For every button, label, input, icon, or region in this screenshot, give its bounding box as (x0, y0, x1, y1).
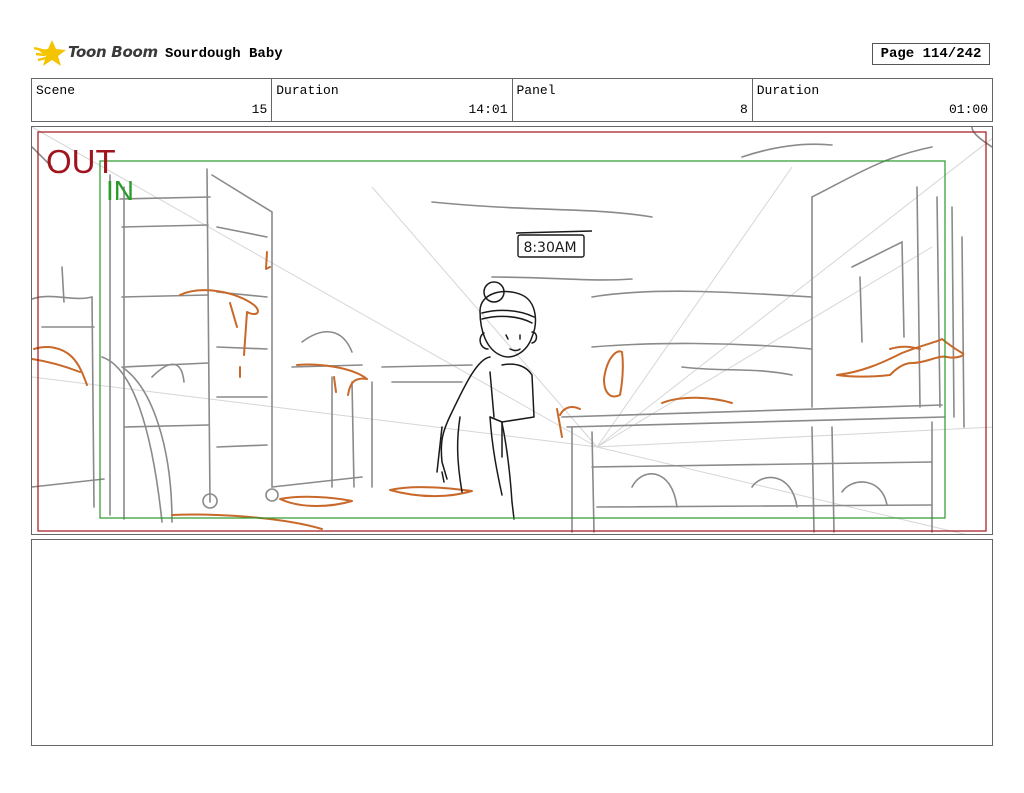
scene-cell: Scene 15 (32, 79, 271, 121)
toon-boom-logo: Toon Boom (34, 38, 160, 68)
out-frame (37, 131, 987, 532)
panel-value: 8 (739, 102, 748, 117)
logo-star-icon (34, 40, 66, 66)
panel-duration-value: 01:00 (948, 102, 988, 117)
page-indicator: Page 114/242 (872, 43, 990, 65)
panel-cell: Panel 8 (511, 79, 752, 121)
scene-duration-label: Duration (276, 83, 339, 98)
panel-info-bar: Scene 15 Duration 14:01 Panel 8 Duration… (31, 78, 993, 122)
scene-duration-value: 14:01 (468, 102, 508, 117)
panel-sketch: 8:30AM OUT IN (32, 127, 992, 534)
scene-value: 15 (251, 102, 268, 117)
project-title: Sourdough Baby (165, 46, 283, 62)
panel-duration-label: Duration (756, 83, 820, 98)
logo-text: Toon Boom (68, 43, 158, 61)
clock-sign-text: 8:30AM (523, 240, 576, 256)
in-frame-label: IN (106, 175, 134, 206)
panel-notes-area[interactable] (31, 539, 993, 746)
storyboard-panel: 8:30AM OUT IN (31, 126, 993, 535)
panel-duration-cell: Duration 01:00 (751, 79, 992, 121)
scene-duration-cell: Duration 14:01 (271, 79, 511, 121)
scene-label: Scene (36, 83, 76, 98)
panel-label: Panel (516, 83, 556, 98)
